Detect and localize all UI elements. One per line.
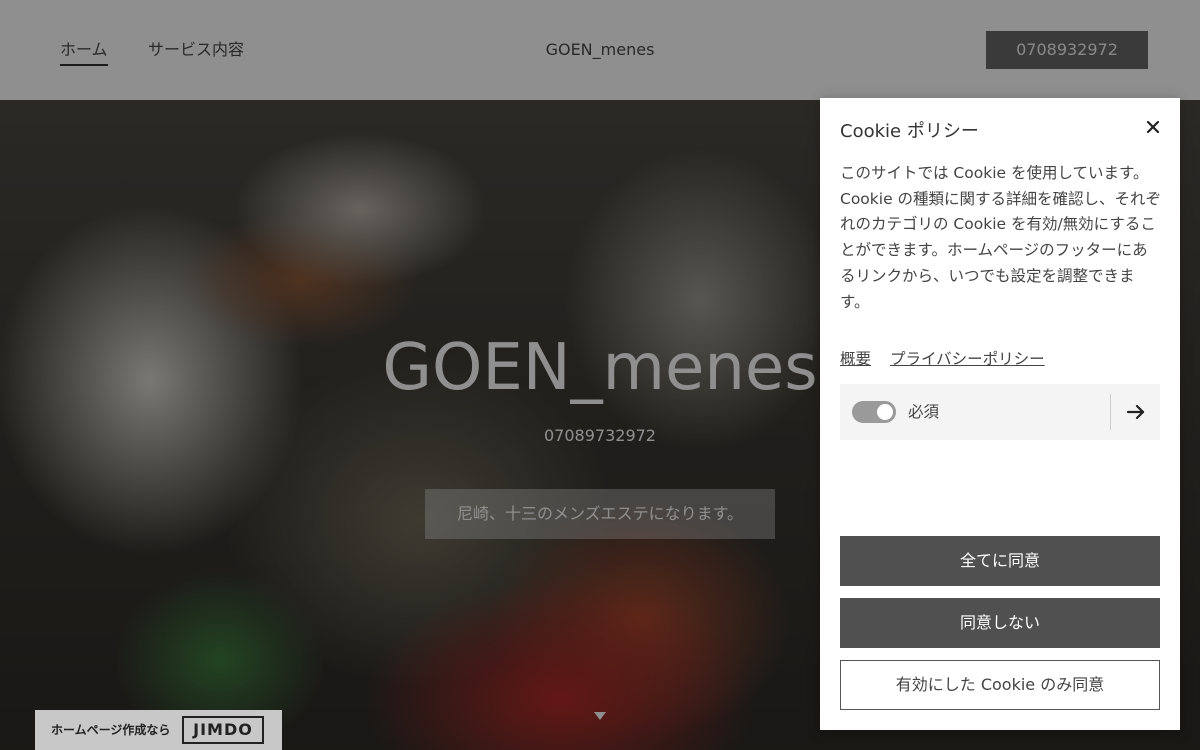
required-toggle[interactable]: [852, 401, 896, 423]
jimdo-badge-text: ホームページ作成なら: [51, 723, 171, 737]
cookie-category-required: 必須: [840, 384, 1160, 440]
accept-selected-button[interactable]: 有効にした Cookie のみ同意: [840, 660, 1160, 710]
close-icon[interactable]: [1142, 116, 1164, 138]
cookie-links: 概要 プライバシーポリシー: [840, 348, 1059, 370]
reject-button[interactable]: 同意しない: [840, 598, 1160, 648]
toggle-knob: [877, 404, 893, 420]
category-label: 必須: [908, 403, 940, 421]
cookie-dialog-title: Cookie ポリシー: [840, 121, 979, 142]
link-overview[interactable]: 概要: [840, 350, 871, 368]
category-divider: [1110, 394, 1111, 430]
cookie-policy-dialog: Cookie ポリシー このサイトでは Cookie を使用しています。Cook…: [820, 98, 1180, 730]
jimdo-badge[interactable]: ホームページ作成なら JIMDO: [35, 710, 282, 750]
cookie-description: このサイトでは Cookie を使用しています。Cookie の種類に関する詳細…: [840, 164, 1162, 311]
jimdo-logo: JIMDO: [182, 716, 264, 744]
accept-all-button[interactable]: 全てに同意: [840, 536, 1160, 586]
link-privacy-policy[interactable]: プライバシーポリシー: [890, 350, 1045, 368]
arrow-right-icon[interactable]: [1124, 400, 1148, 424]
